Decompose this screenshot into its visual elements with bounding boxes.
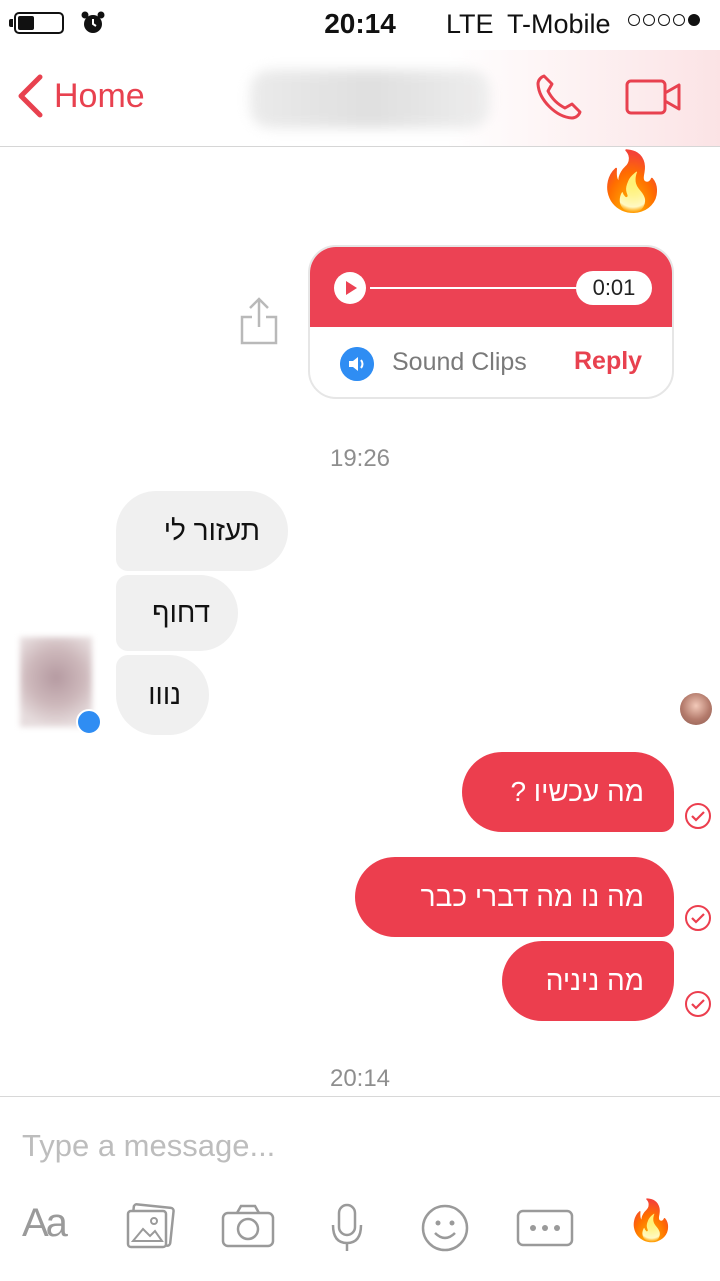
back-label: Home bbox=[54, 76, 145, 115]
sound-clips-label: Sound Clips bbox=[392, 348, 527, 376]
smiley-icon[interactable] bbox=[420, 1203, 470, 1253]
incoming-message[interactable]: דחוף bbox=[116, 575, 238, 651]
microphone-icon[interactable] bbox=[330, 1203, 364, 1253]
share-icon[interactable] bbox=[238, 295, 280, 347]
back-button[interactable]: Home bbox=[16, 74, 145, 118]
audio-player: 0:01 bbox=[310, 247, 672, 327]
timestamp: 20:14 bbox=[329, 1065, 391, 1092]
signal-strength-icon bbox=[628, 14, 700, 26]
sound-clips-row: Sound Clips Reply bbox=[310, 327, 672, 397]
audio-duration: 0:01 bbox=[576, 271, 652, 305]
carrier-name: T-Mobile bbox=[507, 9, 611, 39]
incoming-message[interactable]: תעזור לי bbox=[116, 491, 288, 571]
phone-icon[interactable] bbox=[532, 70, 586, 124]
contact-name-redacted[interactable] bbox=[250, 70, 490, 128]
reply-button[interactable]: Reply bbox=[574, 347, 642, 376]
check-circle-icon bbox=[685, 803, 711, 829]
more-icon[interactable] bbox=[516, 1209, 574, 1247]
messenger-badge-icon bbox=[76, 709, 102, 735]
read-receipt-avatar bbox=[680, 693, 712, 725]
check-circle-icon bbox=[685, 905, 711, 931]
gallery-icon[interactable] bbox=[124, 1203, 176, 1251]
status-bar: 20:14 LTE T-Mobile bbox=[0, 0, 720, 50]
conversation-header: Home bbox=[0, 50, 720, 147]
camera-icon[interactable] bbox=[220, 1203, 276, 1249]
incoming-message[interactable]: נווו bbox=[116, 655, 209, 735]
audio-clip-message[interactable]: 0:01 Sound Clips Reply bbox=[308, 245, 674, 399]
status-time: 20:14 bbox=[324, 8, 396, 39]
outgoing-message[interactable]: מה ניניה bbox=[502, 941, 674, 1021]
timestamp: 19:26 bbox=[329, 445, 391, 472]
message-composer: Aa 🔥 bbox=[0, 1096, 720, 1281]
check-circle-icon bbox=[685, 991, 711, 1017]
network-type: LTE bbox=[446, 9, 494, 39]
outgoing-message[interactable]: מה עכשיו ? bbox=[462, 752, 674, 832]
chevron-left-icon bbox=[18, 74, 43, 118]
message-thread[interactable]: 🔥 0:01 Sound Clips Reply 19:26 תעזור לי … bbox=[0, 147, 720, 1097]
text-format-button[interactable]: Aa bbox=[22, 1201, 68, 1246]
emoji-like-button[interactable]: 🔥 bbox=[626, 1201, 676, 1241]
outgoing-message[interactable]: מה נו מה דברי כבר bbox=[355, 857, 674, 937]
speaker-icon bbox=[340, 347, 374, 381]
message-input[interactable] bbox=[20, 1113, 684, 1179]
play-icon[interactable] bbox=[334, 272, 366, 304]
fire-emoji-message: 🔥 bbox=[596, 149, 669, 214]
video-camera-icon[interactable] bbox=[624, 76, 684, 118]
audio-progress-track[interactable] bbox=[370, 287, 590, 289]
